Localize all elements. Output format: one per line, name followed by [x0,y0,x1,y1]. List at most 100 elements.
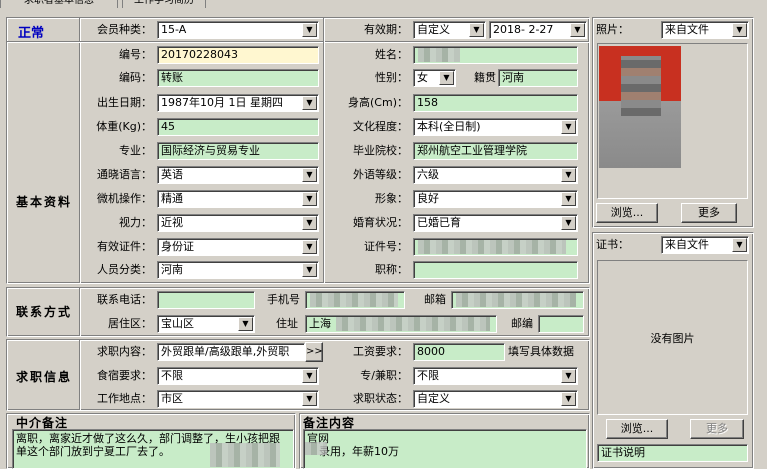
height-label: 身高(Cm)： [348,96,408,109]
redacted-name [418,48,460,62]
job-section-title: 求职信息 [16,370,73,384]
appearance-select[interactable]: 良好 ▼ [413,190,578,208]
cert-label: 证书： [596,238,629,251]
appearance-label: 形象： [375,192,408,205]
marital-select[interactable]: 已婚已育 ▼ [413,214,578,232]
computer-label: 微机操作： [97,192,152,205]
origin-field[interactable]: 河南 [498,69,578,87]
tab-basic-info[interactable]: 求职者基本信息 [0,0,118,8]
district-select[interactable]: 宝山区 ▼ [157,315,255,333]
redacted-agency-notes [210,443,280,467]
parttime-label: 专/兼职： [360,369,408,382]
remark-line-1: 官网 [307,432,329,445]
parttime-select[interactable]: 不限 ▼ [413,367,578,385]
location-label: 工作地点： [97,392,152,405]
photo-browse-button[interactable]: 浏览... [596,203,658,223]
basic-section-title: 基本资料 [16,195,73,209]
number-label: 编号： [119,48,152,61]
chevron-down-icon: ▼ [561,216,576,230]
status-label: 正常 [18,26,45,41]
school-label: 毕业院校： [353,144,408,157]
major-field[interactable]: 国际经济与贸易专业 [157,142,319,160]
redacted-mobile [310,293,398,307]
code-label: 编码： [119,71,152,84]
chevron-down-icon: ▼ [439,71,454,85]
job-state-label: 求职状态： [353,392,408,405]
weight-field[interactable]: 45 [157,118,319,136]
mobile-label: 手机号 [267,293,300,306]
id-type-select[interactable]: 身份证 ▼ [157,238,319,256]
origin-label: 籍贯 [474,71,496,84]
number-field[interactable]: 20170228043 [157,46,319,64]
remark-line-2: 录用，年薪10万 [319,445,399,458]
chevron-down-icon: ▼ [238,317,253,331]
lang-level-label: 外语等级： [353,168,408,181]
salary-hint: 填写具体数据 [508,345,574,358]
redacted-address [336,317,490,331]
zip-field[interactable] [538,315,584,333]
tab-work-history[interactable]: 工作学习简历 [122,0,206,8]
cert-more-button[interactable]: 更多 [690,419,744,439]
job-content-field[interactable]: 外贸跟单/高级跟单,外贸职 [157,343,305,361]
gender-select[interactable]: 女 ▼ [413,69,456,87]
major-label: 专业： [119,144,152,157]
redacted-remark [305,442,327,455]
remark-textarea[interactable]: 官网 录用，年薪10万 [303,429,587,469]
member-type-select[interactable]: 15-A ▼ [157,21,319,39]
vision-label: 视力： [119,216,152,229]
lodging-select[interactable]: 不限 ▼ [157,367,319,385]
birth-label: 出生日期： [97,96,152,109]
photo-source-select[interactable]: 来自文件 ▼ [661,21,749,39]
mid-divider [323,18,325,283]
salary-field[interactable]: 8000 [413,343,505,361]
job-content-more-button[interactable]: >> [305,342,323,362]
title-label: 职称： [375,263,408,276]
chevron-down-icon: ▼ [561,392,576,406]
category-select[interactable]: 河南 ▼ [157,261,319,279]
cert-browse-button[interactable]: 浏览... [606,419,668,439]
height-field[interactable]: 158 [413,94,578,112]
computer-select[interactable]: 精通 ▼ [157,190,319,208]
phone-field[interactable] [157,291,255,309]
cert-description-field[interactable]: 证书说明 [597,444,748,462]
school-field[interactable]: 郑州航空工业管理学院 [413,142,578,160]
category-label: 人员分类： [97,263,152,276]
basic-divider [79,18,81,283]
chevron-down-icon: ▼ [302,168,317,182]
candidate-photo [599,46,681,168]
photo-face-blur [621,56,661,116]
gender-label: 性别： [375,71,408,84]
lang-level-select[interactable]: 六级 ▼ [413,166,578,184]
contact-divider [79,288,81,336]
title-field[interactable] [413,261,578,279]
zip-label: 邮编 [511,317,533,330]
education-select[interactable]: 本科(全日制) ▼ [413,118,578,136]
weight-label: 体重(Kg)： [96,120,152,133]
chevron-down-icon: ▼ [570,23,585,37]
chevron-down-icon: ▼ [561,369,576,383]
job-divider [79,340,81,410]
education-label: 文化程度： [353,120,408,133]
code-field[interactable]: 转账 [157,69,319,87]
language-select[interactable]: 英语 ▼ [157,166,319,184]
validity-date-picker[interactable]: 2018- 2-27 ▼ [489,21,587,39]
vision-select[interactable]: 近视 ▼ [157,214,319,232]
location-select[interactable]: 市区 ▼ [157,390,319,408]
chevron-down-icon: ▼ [302,216,317,230]
job-state-select[interactable]: 自定义 ▼ [413,390,578,408]
validity-type-select[interactable]: 自定义 ▼ [413,21,486,39]
photo-label: 照片： [596,23,629,36]
chevron-down-icon: ▼ [302,192,317,206]
lodging-label: 食宿要求： [97,369,152,382]
redacted-id-number [418,240,566,254]
birth-date-picker[interactable]: 1987年10月 1日 星期四 ▼ [157,94,319,112]
photo-more-button[interactable]: 更多 [681,203,737,223]
phone-label: 联系电话： [97,293,152,306]
district-label: 居住区： [108,317,152,330]
chevron-down-icon: ▼ [561,192,576,206]
id-type-label: 有效证件： [97,240,152,253]
chevron-down-icon: ▼ [302,240,317,254]
chevron-down-icon: ▼ [302,23,317,37]
cert-source-select[interactable]: 来自文件 ▼ [661,236,749,254]
chevron-down-icon: ▼ [302,263,317,277]
